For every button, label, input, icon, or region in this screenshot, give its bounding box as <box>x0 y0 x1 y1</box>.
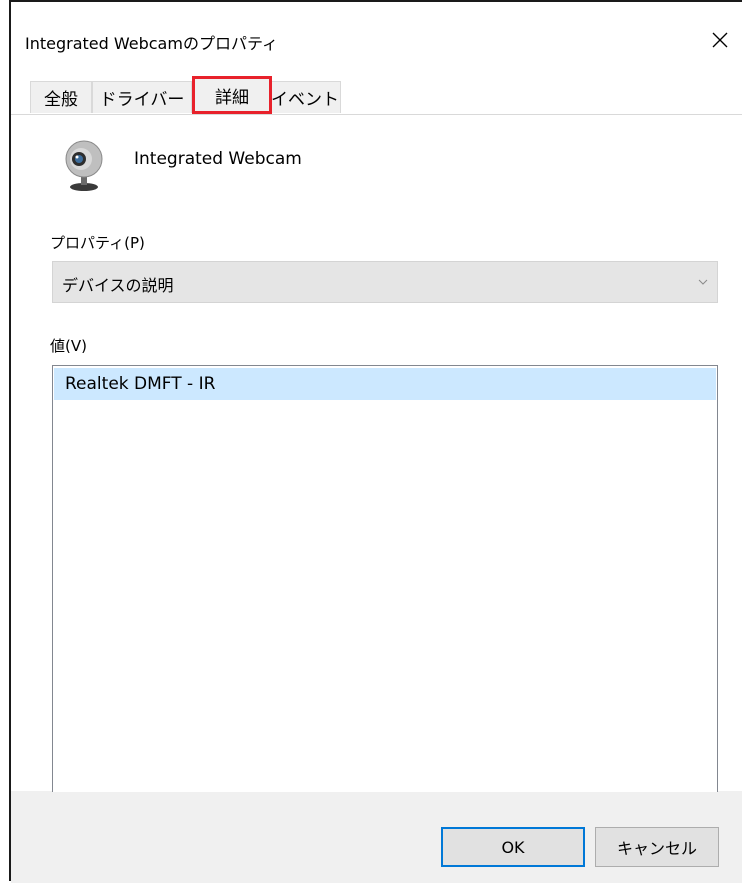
tab-label: ドライバー <box>99 90 185 110</box>
close-button[interactable] <box>700 20 740 60</box>
tab-strip: 全般 ドライバー 詳細 イベント <box>11 76 742 115</box>
chevron-down-icon <box>698 279 708 285</box>
title-bar: Integrated Webcamのプロパティ <box>11 2 742 82</box>
close-icon <box>712 32 728 48</box>
properties-dialog: Integrated Webcamのプロパティ 全般 ドライバー 詳細 イベント <box>9 0 742 883</box>
window-title: Integrated Webcamのプロパティ <box>25 34 278 53</box>
cancel-button[interactable]: キャンセル <box>595 827 719 867</box>
ok-button[interactable]: OK <box>441 827 585 867</box>
tab-general[interactable]: 全般 <box>30 81 92 113</box>
tab-label: 詳細 <box>215 87 249 108</box>
value-listbox[interactable]: Realtek DMFT - IR <box>52 365 718 793</box>
tab-details[interactable]: 詳細 <box>192 76 272 114</box>
webcam-icon <box>65 140 103 191</box>
property-dropdown[interactable]: デバイスの説明 <box>52 261 718 303</box>
list-item-text: Realtek DMFT - IR <box>65 374 216 394</box>
tab-events[interactable]: イベント <box>269 81 341 113</box>
tab-label: イベント <box>271 90 339 110</box>
property-label: プロパティ(P) <box>50 234 145 252</box>
value-label: 値(V) <box>50 337 87 355</box>
property-dropdown-value: デバイスの説明 <box>62 276 174 295</box>
device-name: Integrated Webcam <box>134 149 302 169</box>
list-item[interactable]: Realtek DMFT - IR <box>54 368 716 400</box>
tab-driver[interactable]: ドライバー <box>92 81 192 113</box>
tab-label: 全般 <box>44 90 78 110</box>
